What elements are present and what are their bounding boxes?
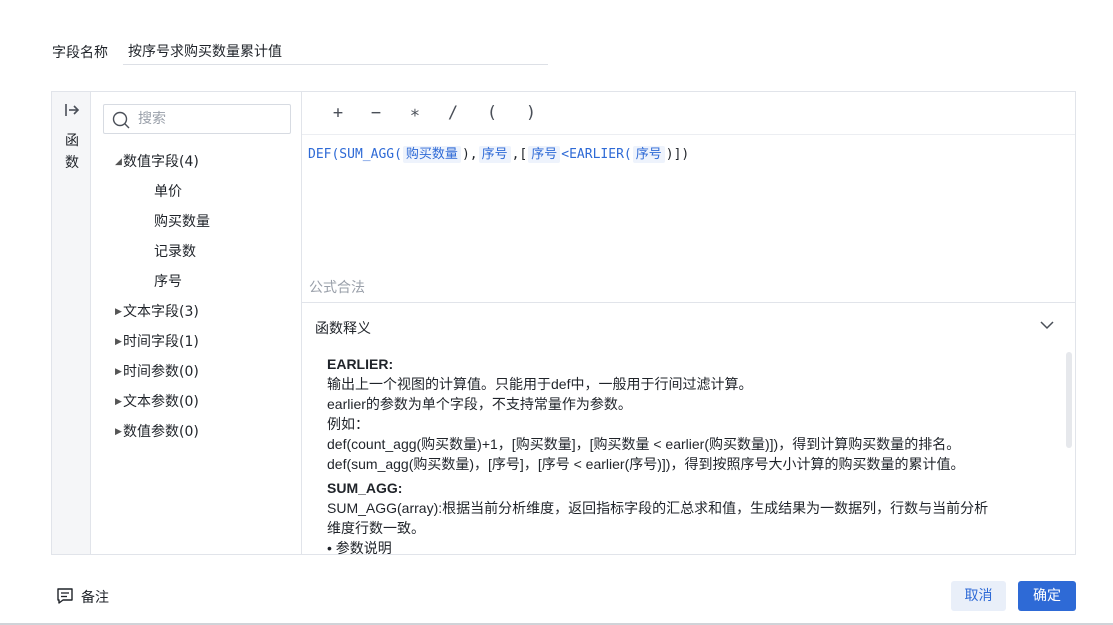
formula-text: ),	[461, 147, 478, 162]
help-line: def(count_agg(购买数量)+1，[购买数量]，[购买数量 < ear…	[327, 436, 961, 452]
help-line: 例如：	[327, 416, 369, 432]
tree-item-record-count[interactable]: 记录数	[92, 237, 302, 267]
help-function-name: EARLIER:	[327, 356, 394, 372]
tree-item-serial[interactable]: 序号	[92, 267, 302, 297]
open-paren-button[interactable]: (	[480, 101, 504, 125]
formula-input[interactable]: DEF(SUM_AGG(购买数量), 序号 ,[序号 <EARLIER(序号)])	[308, 143, 690, 163]
note-label: 备注	[81, 590, 109, 606]
field-name-input[interactable]	[123, 38, 548, 65]
help-title: 函数释义	[315, 321, 371, 337]
field-tree-pane: ◢ 数值字段(4) 单价 购买数量 记录数 序号 ▶ 文本字段(3)	[92, 92, 302, 554]
tree-item-purchase-qty[interactable]: 购买数量	[92, 207, 302, 237]
tree-group-numeric[interactable]: ◢ 数值字段(4)	[92, 147, 302, 177]
field-tree: ◢ 数值字段(4) 单价 购买数量 记录数 序号 ▶ 文本字段(3) ▶ 时间字…	[92, 147, 302, 447]
help-block-earlier: EARLIER: 输出上一个视图的计算值。只能用于def中，一般用于行间过滤计算…	[327, 354, 1057, 474]
operator-toolbar: + − ∗ / ( )	[302, 92, 1075, 135]
formula-field-token[interactable]: 序号	[632, 146, 665, 163]
formula-field-token[interactable]: 序号	[478, 146, 511, 163]
plus-button[interactable]: +	[326, 101, 350, 125]
tree-group-time-param[interactable]: ▶ 时间参数(0)	[92, 357, 302, 387]
caret-down-icon: ◢	[115, 157, 122, 167]
tree-group-time[interactable]: ▶ 时间字段(1)	[92, 327, 302, 357]
help-line: earlier的参数为单个字段，不支持常量作为参数。	[327, 396, 632, 412]
caret-right-icon: ▶	[115, 367, 122, 377]
divide-button[interactable]: /	[441, 101, 465, 125]
help-block-sum-agg: SUM_AGG: SUM_AGG(array):根据当前分析维度，返回指标字段的…	[327, 478, 1057, 558]
tree-group-text[interactable]: ▶ 文本字段(3)	[92, 297, 302, 327]
search-icon	[112, 111, 130, 129]
collapse-icon[interactable]	[64, 103, 80, 117]
help-line: • 参数说明	[327, 540, 392, 556]
help-line: 维度行数一致。	[327, 520, 425, 536]
function-help-pane: 函数释义 EARLIER: 输出上一个视图的计算值。只能用于def中，一般用于行…	[302, 304, 1075, 556]
formula-text: DEF(SUM_AGG(	[308, 147, 402, 162]
formula-text: <EARLIER(	[561, 147, 632, 162]
formula-status: 公式合法	[309, 280, 365, 296]
caret-right-icon: ▶	[115, 397, 122, 407]
tree-group-text-param[interactable]: ▶ 文本参数(0)	[92, 387, 302, 417]
caret-right-icon: ▶	[115, 337, 122, 347]
multiply-button[interactable]: ∗	[403, 101, 427, 125]
search-input[interactable]	[138, 109, 286, 129]
formula-field-token[interactable]: 序号	[528, 146, 561, 163]
minus-button[interactable]: −	[364, 101, 388, 125]
function-rail: 函数	[52, 92, 91, 554]
caret-right-icon: ▶	[115, 427, 122, 437]
help-header[interactable]: 函数释义	[302, 304, 1075, 348]
help-line: def(sum_agg(购买数量)，[序号]，[序号 < earlier(序号)…	[327, 456, 965, 472]
field-name-label: 字段名称	[52, 45, 108, 61]
function-tab[interactable]: 函数	[63, 130, 81, 174]
help-line: 输出上一个视图的计算值。只能用于def中，一般用于行间过滤计算。	[327, 376, 753, 392]
field-name-row: 字段名称	[52, 38, 548, 65]
chevron-down-icon[interactable]	[1039, 319, 1055, 331]
formula-editor: 函数 ◢ 数值字段(4) 单价 购买数量	[51, 91, 1076, 556]
help-function-name: SUM_AGG:	[327, 480, 403, 496]
cancel-button[interactable]: 取消	[951, 581, 1006, 611]
formula-text: ,[	[511, 147, 528, 162]
caret-right-icon: ▶	[115, 307, 122, 317]
formula-pane: + − ∗ / ( ) DEF(SUM_AGG(购买数量), 序号 ,[序号 <EAR…	[302, 92, 1075, 303]
formula-dialog: 字段名称 函数 ◢ 数值字段(4)	[0, 0, 1113, 625]
search-box	[103, 104, 291, 134]
help-line: SUM_AGG(array):根据当前分析维度，返回指标字段的汇总求和值，生成结…	[327, 500, 989, 516]
tree-item-unit-price[interactable]: 单价	[92, 177, 302, 207]
note-icon	[57, 588, 73, 604]
formula-field-token[interactable]: 购买数量	[402, 146, 461, 163]
formula-text: )])	[665, 147, 690, 162]
confirm-button[interactable]: 确定	[1018, 581, 1076, 611]
help-scrollbar[interactable]	[1066, 352, 1072, 448]
help-content: EARLIER: 输出上一个视图的计算值。只能用于def中，一般用于行间过滤计算…	[327, 354, 1057, 558]
tree-group-numeric-param[interactable]: ▶ 数值参数(0)	[92, 417, 302, 447]
close-paren-button[interactable]: )	[519, 101, 543, 125]
